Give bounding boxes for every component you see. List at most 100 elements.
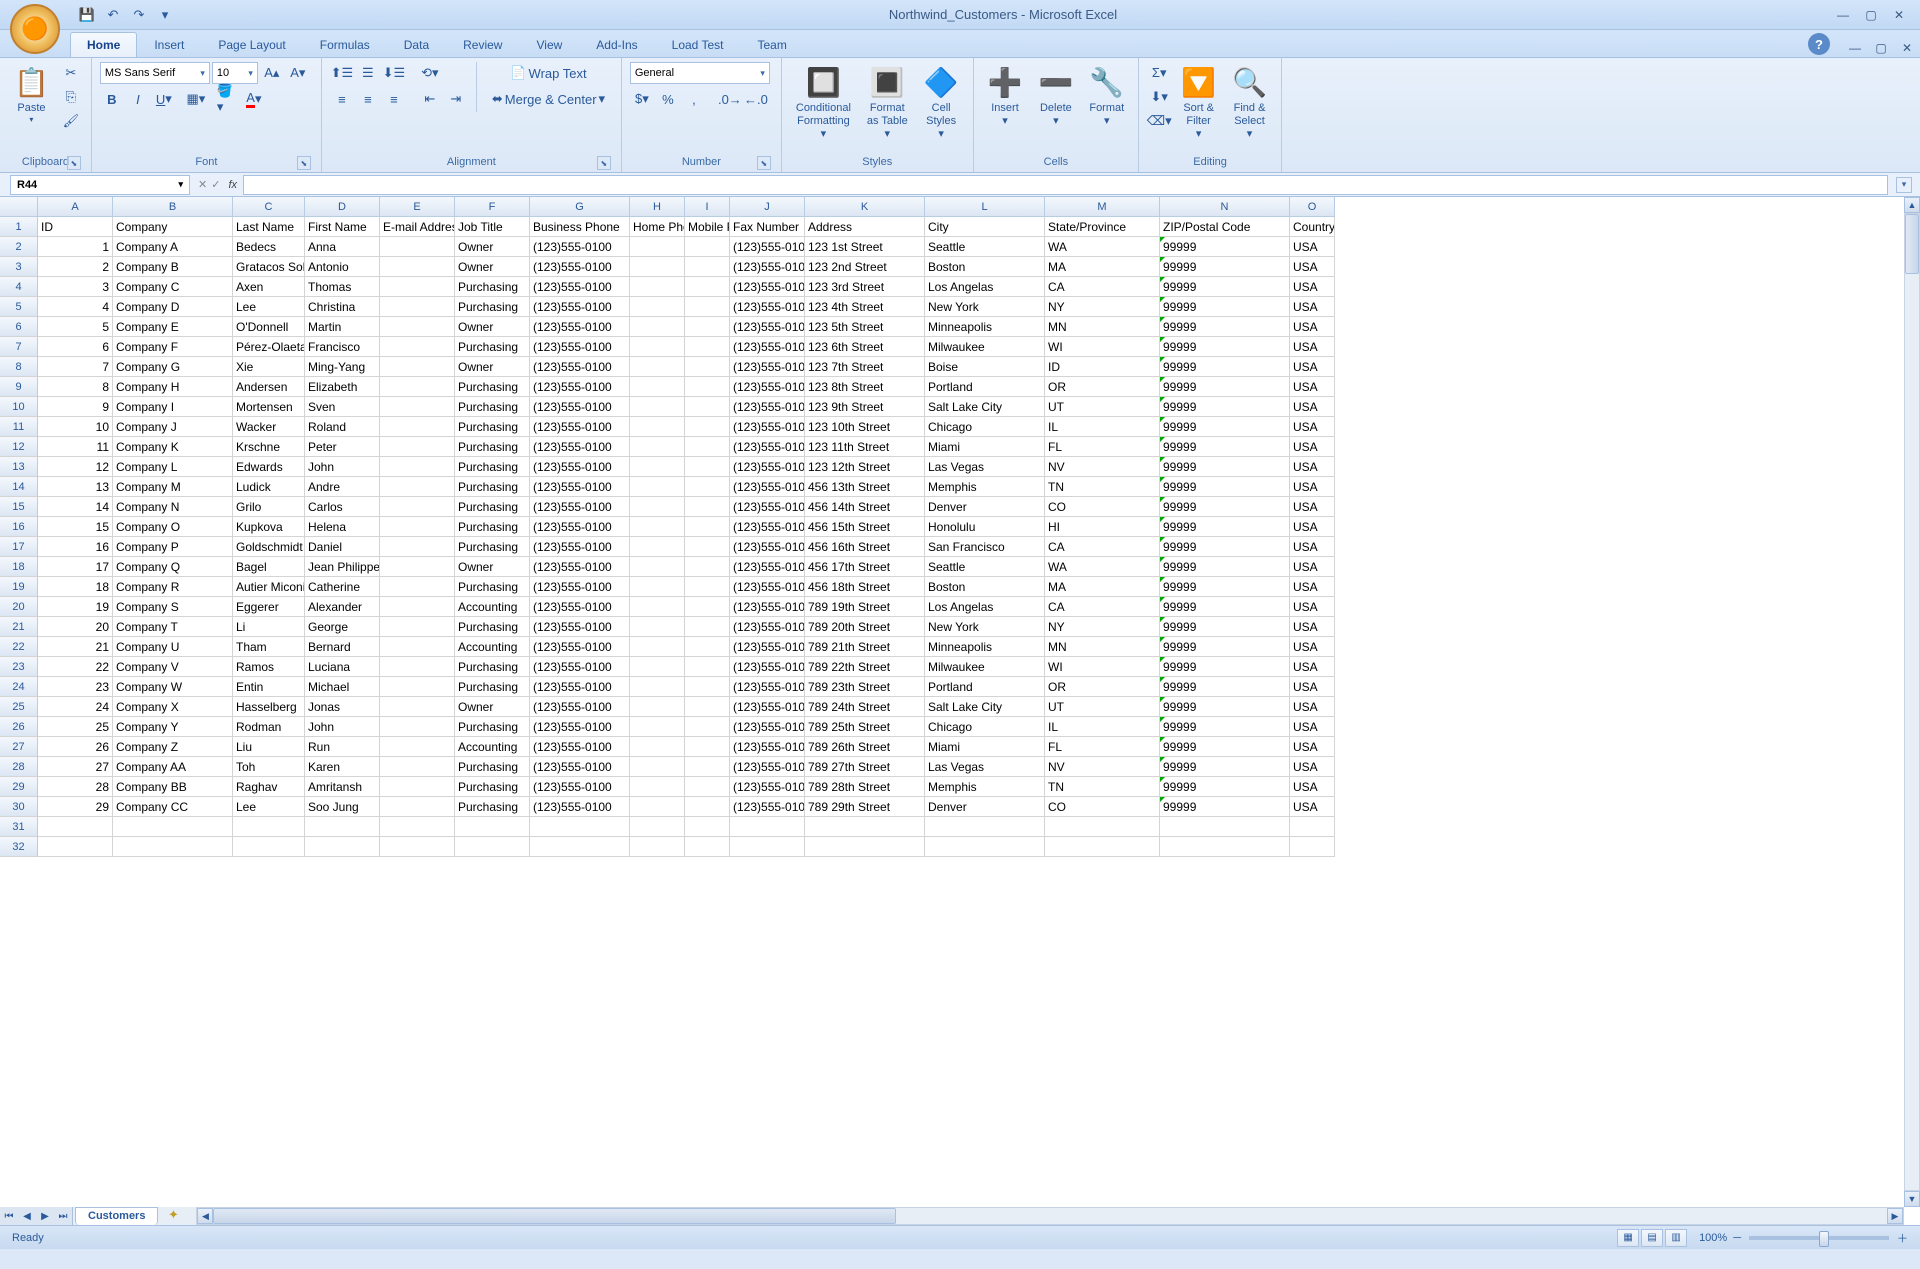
cell[interactable] xyxy=(630,677,685,697)
cell[interactable]: (123)555-0100 xyxy=(730,717,805,737)
tab-load-test[interactable]: Load Test xyxy=(655,32,741,57)
save-icon[interactable]: 💾 xyxy=(76,4,98,26)
cell[interactable] xyxy=(630,257,685,277)
cell[interactable]: (123)555-0100 xyxy=(530,397,630,417)
scroll-up-icon[interactable]: ▲ xyxy=(1904,197,1920,213)
cell[interactable]: (123)555-0100 xyxy=(730,777,805,797)
cell[interactable]: (123)555-0100 xyxy=(730,797,805,817)
cell[interactable]: (123)555-0100 xyxy=(730,497,805,517)
cell[interactable]: Company S xyxy=(113,597,233,617)
cell[interactable]: 789 28th Street xyxy=(805,777,925,797)
row-header[interactable]: 24 xyxy=(0,677,38,697)
cell[interactable]: Portland xyxy=(925,677,1045,697)
cell[interactable] xyxy=(685,317,730,337)
zoom-level[interactable]: 100% xyxy=(1699,1232,1727,1244)
align-top-icon[interactable]: ⬆☰ xyxy=(330,62,354,84)
cell[interactable]: Bagel xyxy=(233,557,305,577)
cell[interactable]: Company D xyxy=(113,297,233,317)
cell[interactable]: 99999 xyxy=(1160,437,1290,457)
cell[interactable]: 99999 xyxy=(1160,517,1290,537)
cell[interactable]: (123)555-0100 xyxy=(530,537,630,557)
cell[interactable]: Company J xyxy=(113,417,233,437)
cell[interactable]: (123)555-0100 xyxy=(730,757,805,777)
cell[interactable]: ID xyxy=(38,217,113,237)
cell[interactable]: (123)555-0100 xyxy=(730,277,805,297)
row-header[interactable]: 16 xyxy=(0,517,38,537)
cell[interactable]: Memphis xyxy=(925,777,1045,797)
cell[interactable]: 99999 xyxy=(1160,777,1290,797)
cell[interactable] xyxy=(805,837,925,857)
cell[interactable] xyxy=(380,277,455,297)
cell[interactable] xyxy=(685,697,730,717)
cell[interactable]: 123 8th Street xyxy=(805,377,925,397)
cell[interactable] xyxy=(630,737,685,757)
column-header[interactable]: N xyxy=(1160,197,1290,217)
cell[interactable] xyxy=(685,777,730,797)
cell[interactable] xyxy=(685,497,730,517)
cell[interactable]: USA xyxy=(1290,777,1335,797)
cell[interactable]: USA xyxy=(1290,477,1335,497)
cell[interactable]: Company L xyxy=(113,457,233,477)
cell[interactable]: USA xyxy=(1290,497,1335,517)
cell[interactable]: 789 23th Street xyxy=(805,677,925,697)
cell[interactable] xyxy=(1290,837,1335,857)
cell[interactable]: Company U xyxy=(113,637,233,657)
paste-button[interactable]: 📋Paste▾ xyxy=(8,62,55,128)
workbook-minimize-icon[interactable]: — xyxy=(1842,39,1868,57)
row-header[interactable]: 12 xyxy=(0,437,38,457)
cell[interactable] xyxy=(630,457,685,477)
cell[interactable]: Alexander xyxy=(305,597,380,617)
cell[interactable]: San Francisco xyxy=(925,537,1045,557)
cell[interactable]: 21 xyxy=(38,637,113,657)
cell[interactable]: 3 xyxy=(38,277,113,297)
cell[interactable]: (123)555-0100 xyxy=(730,477,805,497)
first-sheet-icon[interactable]: ⏮ xyxy=(0,1207,18,1225)
cell[interactable]: Company Y xyxy=(113,717,233,737)
cell[interactable]: 16 xyxy=(38,537,113,557)
cell[interactable]: Luciana xyxy=(305,657,380,677)
autosum-icon[interactable]: Σ▾ xyxy=(1147,62,1171,84)
cell[interactable]: (123)555-0100 xyxy=(730,677,805,697)
cell[interactable]: Purchasing xyxy=(455,277,530,297)
cell[interactable]: Las Vegas xyxy=(925,757,1045,777)
cell[interactable]: Pérez-Olaeta xyxy=(233,337,305,357)
cell[interactable]: USA xyxy=(1290,697,1335,717)
cell[interactable]: 789 21th Street xyxy=(805,637,925,657)
cell[interactable] xyxy=(233,837,305,857)
cell[interactable] xyxy=(685,397,730,417)
cell[interactable] xyxy=(380,757,455,777)
cell[interactable]: First Name xyxy=(305,217,380,237)
cell[interactable] xyxy=(630,437,685,457)
cell[interactable]: CA xyxy=(1045,537,1160,557)
enter-formula-icon[interactable]: ✓ xyxy=(211,178,220,191)
cell[interactable]: USA xyxy=(1290,397,1335,417)
cell[interactable]: 99999 xyxy=(1160,257,1290,277)
cell[interactable]: 14 xyxy=(38,497,113,517)
tab-insert[interactable]: Insert xyxy=(137,32,201,57)
tab-formulas[interactable]: Formulas xyxy=(303,32,387,57)
merge-center-button[interactable]: ⬌ Merge & Center ▾ xyxy=(485,88,612,110)
cell[interactable] xyxy=(630,417,685,437)
cell[interactable]: 456 16th Street xyxy=(805,537,925,557)
dialog-launcher-icon[interactable]: ⬊ xyxy=(757,156,771,170)
cell[interactable]: 99999 xyxy=(1160,577,1290,597)
cell[interactable]: 123 5th Street xyxy=(805,317,925,337)
cell[interactable] xyxy=(925,817,1045,837)
cell[interactable]: Company V xyxy=(113,657,233,677)
cell[interactable] xyxy=(685,617,730,637)
wrap-text-button[interactable]: 📄 Wrap Text xyxy=(485,62,612,84)
cell[interactable]: CO xyxy=(1045,797,1160,817)
cell[interactable]: (123)555-0100 xyxy=(730,617,805,637)
cell[interactable] xyxy=(685,517,730,537)
cell[interactable] xyxy=(38,837,113,857)
cell[interactable]: Autier Miconi xyxy=(233,577,305,597)
cell[interactable] xyxy=(685,477,730,497)
cell[interactable]: USA xyxy=(1290,797,1335,817)
cell[interactable] xyxy=(1045,817,1160,837)
cell[interactable]: CO xyxy=(1045,497,1160,517)
cell[interactable]: Company H xyxy=(113,377,233,397)
cell[interactable]: 5 xyxy=(38,317,113,337)
font-color-icon[interactable]: A▾ xyxy=(242,88,266,110)
cell[interactable] xyxy=(530,837,630,857)
cell[interactable] xyxy=(630,657,685,677)
